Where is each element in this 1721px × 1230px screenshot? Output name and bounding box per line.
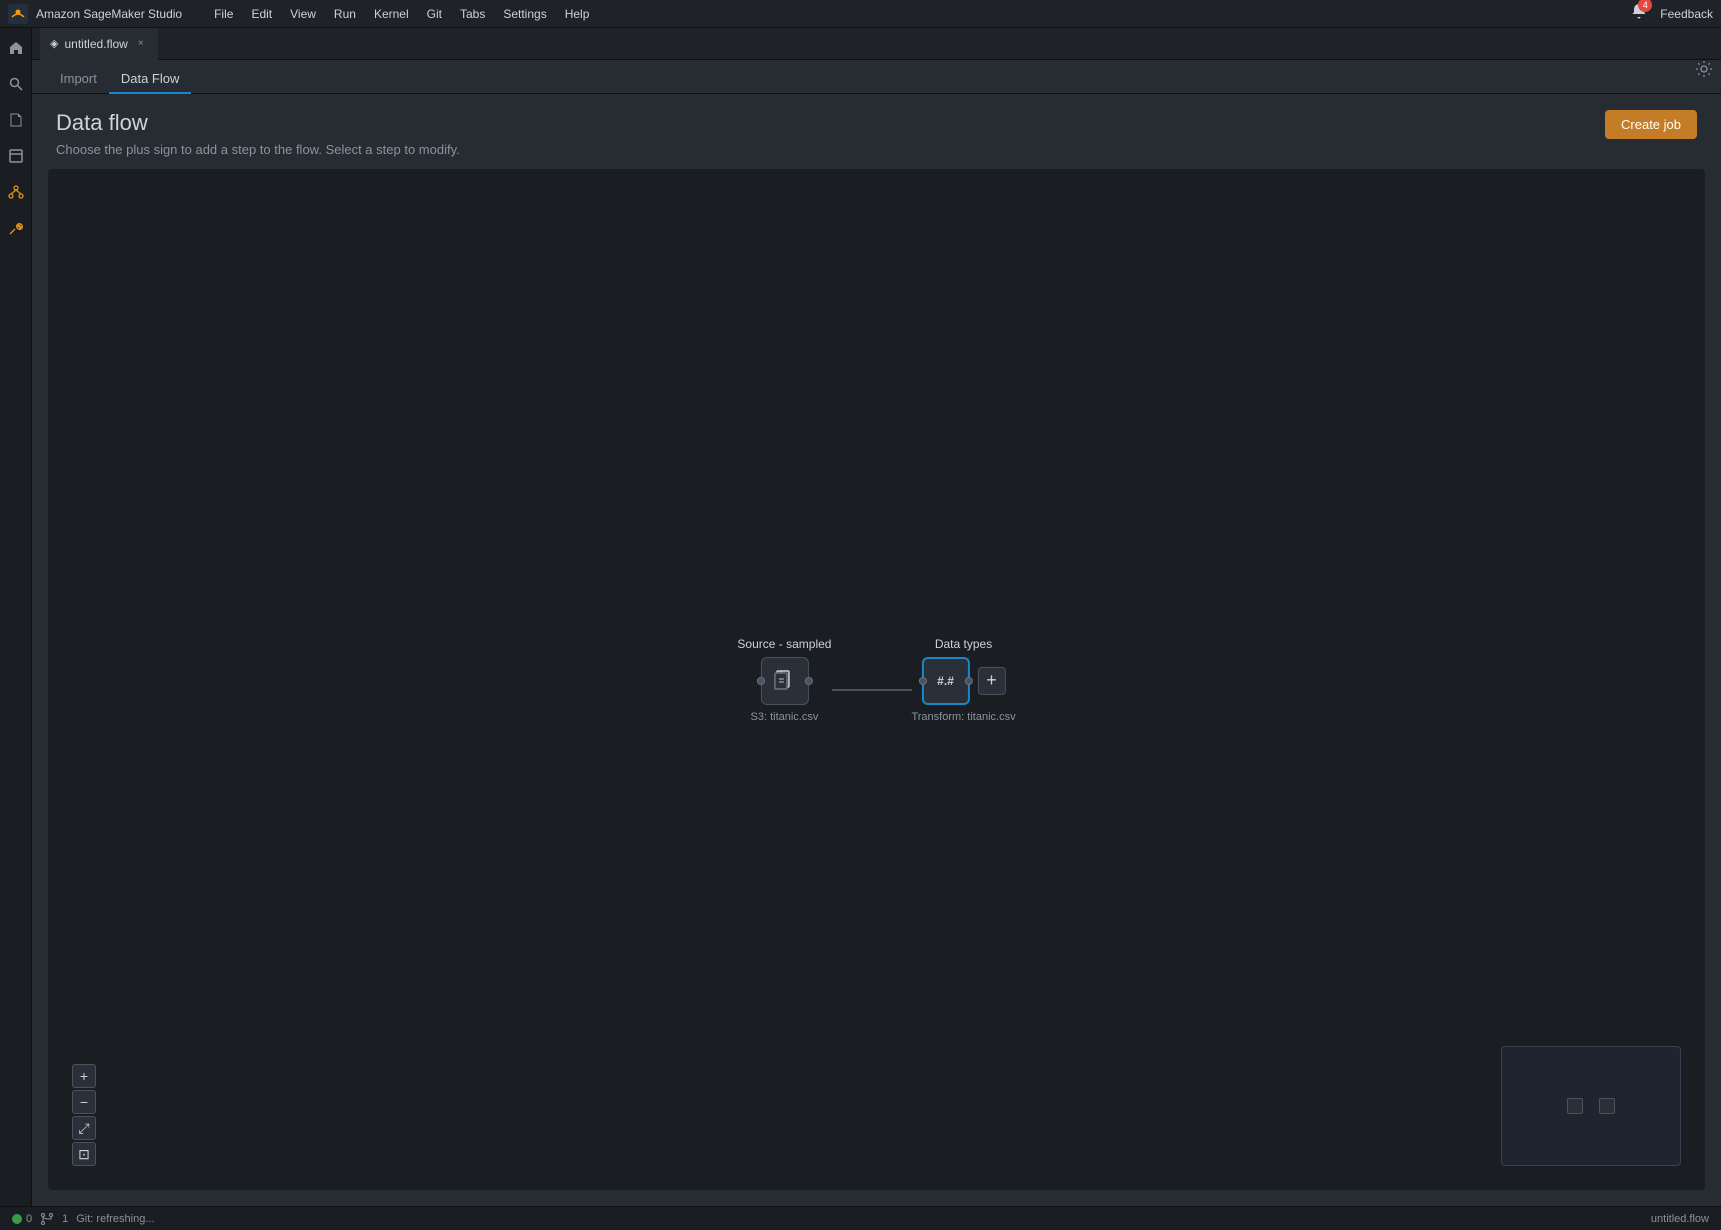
minimap-node-2 — [1599, 1098, 1615, 1114]
app-logo-icon — [8, 4, 28, 24]
page-header: Data flow Choose the plus sign to add a … — [32, 94, 1721, 169]
titlebar-right: 4 Feedback — [1630, 2, 1713, 25]
git-status: Git: refreshing... — [76, 1213, 154, 1225]
status-number-1: 1 — [62, 1213, 68, 1225]
status-number-0: 0 — [26, 1213, 32, 1225]
source-node-sublabel: S3: titanic.csv — [751, 711, 819, 723]
feedback-button[interactable]: Feedback — [1660, 7, 1713, 21]
zoom-controls: + − ⤢ ⊡ — [72, 1064, 96, 1166]
statusbar: 0 1 Git: refreshing... untitled.flow — [0, 1206, 1721, 1230]
source-left-connector — [756, 677, 764, 685]
transform-node-group: Data types #.# + Tran — [911, 637, 1015, 723]
titlebar: Amazon SageMaker Studio File Edit View R… — [0, 0, 1721, 28]
subtab-import[interactable]: Import — [48, 65, 109, 94]
menu-run[interactable]: Run — [326, 5, 364, 23]
sidebar-icon-search[interactable] — [4, 72, 28, 96]
page-subtitle: Choose the plus sign to add a step to th… — [56, 142, 460, 157]
sidebar-icon-files[interactable] — [4, 108, 28, 132]
menu-tabs[interactable]: Tabs — [452, 5, 493, 23]
notification-icon[interactable]: 4 — [1630, 2, 1648, 25]
transform-node[interactable]: #.# — [922, 657, 970, 705]
sidebar-icon-network[interactable] — [4, 180, 28, 204]
page-title: Data flow — [56, 110, 460, 136]
menu-kernel[interactable]: Kernel — [366, 5, 417, 23]
zoom-in-button[interactable]: + — [72, 1064, 96, 1088]
minimap — [1501, 1046, 1681, 1166]
menu-bar: File Edit View Run Kernel Git Tabs Setti… — [206, 5, 597, 23]
menu-git[interactable]: Git — [419, 5, 450, 23]
source-node[interactable] — [760, 657, 808, 705]
sidebar — [0, 28, 32, 1206]
sidebar-icon-home[interactable] — [4, 36, 28, 60]
canvas-area: Source - sampled — [48, 169, 1705, 1190]
notification-badge: 4 — [1638, 0, 1652, 12]
status-circle-icon — [12, 1214, 22, 1224]
subtabbar: Import Data Flow — [32, 60, 1721, 94]
source-node-label: Source - sampled — [737, 637, 831, 651]
tab-filename: untitled.flow — [64, 37, 127, 51]
source-node-group: Source - sampled — [737, 637, 831, 723]
titlebar-left: Amazon SageMaker Studio File Edit View R… — [8, 4, 597, 24]
flow-nodes: Source - sampled — [737, 637, 1015, 723]
transform-node-sublabel: Transform: titanic.csv — [911, 711, 1015, 723]
menu-settings[interactable]: Settings — [495, 5, 554, 23]
sidebar-icon-panel[interactable] — [4, 144, 28, 168]
main-layout: ◈ untitled.flow × Import Data Flow Data … — [0, 28, 1721, 1206]
zoom-out-button[interactable]: − — [72, 1090, 96, 1114]
add-step-button[interactable]: + — [978, 667, 1006, 695]
menu-edit[interactable]: Edit — [243, 5, 280, 23]
tab-file-icon: ◈ — [50, 37, 58, 50]
tab-untitled-flow[interactable]: ◈ untitled.flow × — [40, 28, 158, 60]
create-job-button[interactable]: Create job — [1605, 110, 1697, 139]
transform-node-icon: #.# — [937, 674, 954, 688]
menu-file[interactable]: File — [206, 5, 241, 23]
statusbar-left: 0 1 Git: refreshing... — [12, 1212, 155, 1226]
tabbar: ◈ untitled.flow × — [32, 28, 1721, 60]
subtab-dataflow[interactable]: Data Flow — [109, 65, 192, 94]
tab-close-button[interactable]: × — [134, 37, 148, 51]
transform-right-connector — [965, 677, 973, 685]
branch-icon — [40, 1212, 54, 1226]
sidebar-icon-tools[interactable] — [4, 216, 28, 240]
source-node-icon — [772, 669, 796, 693]
menu-help[interactable]: Help — [557, 5, 598, 23]
page-content: Data flow Choose the plus sign to add a … — [32, 94, 1721, 1206]
statusbar-filename: untitled.flow — [1651, 1213, 1709, 1225]
zoom-lock-button[interactable]: ⊡ — [72, 1142, 96, 1166]
menu-view[interactable]: View — [282, 5, 324, 23]
panel-settings-icon[interactable] — [1695, 60, 1713, 83]
statusbar-right: untitled.flow — [1651, 1213, 1709, 1225]
transform-left-connector — [919, 677, 927, 685]
source-right-connector — [804, 677, 812, 685]
page-header-text: Data flow Choose the plus sign to add a … — [56, 110, 460, 157]
plus-icon: + — [986, 670, 997, 691]
status-indicator: 0 — [12, 1213, 32, 1225]
transform-node-label: Data types — [935, 637, 992, 651]
connector-line-1 — [831, 689, 911, 691]
content-area: ◈ untitled.flow × Import Data Flow Data … — [32, 28, 1721, 1206]
minimap-node-1 — [1567, 1098, 1583, 1114]
app-title: Amazon SageMaker Studio — [36, 7, 182, 21]
zoom-fit-button[interactable]: ⤢ — [72, 1116, 96, 1140]
